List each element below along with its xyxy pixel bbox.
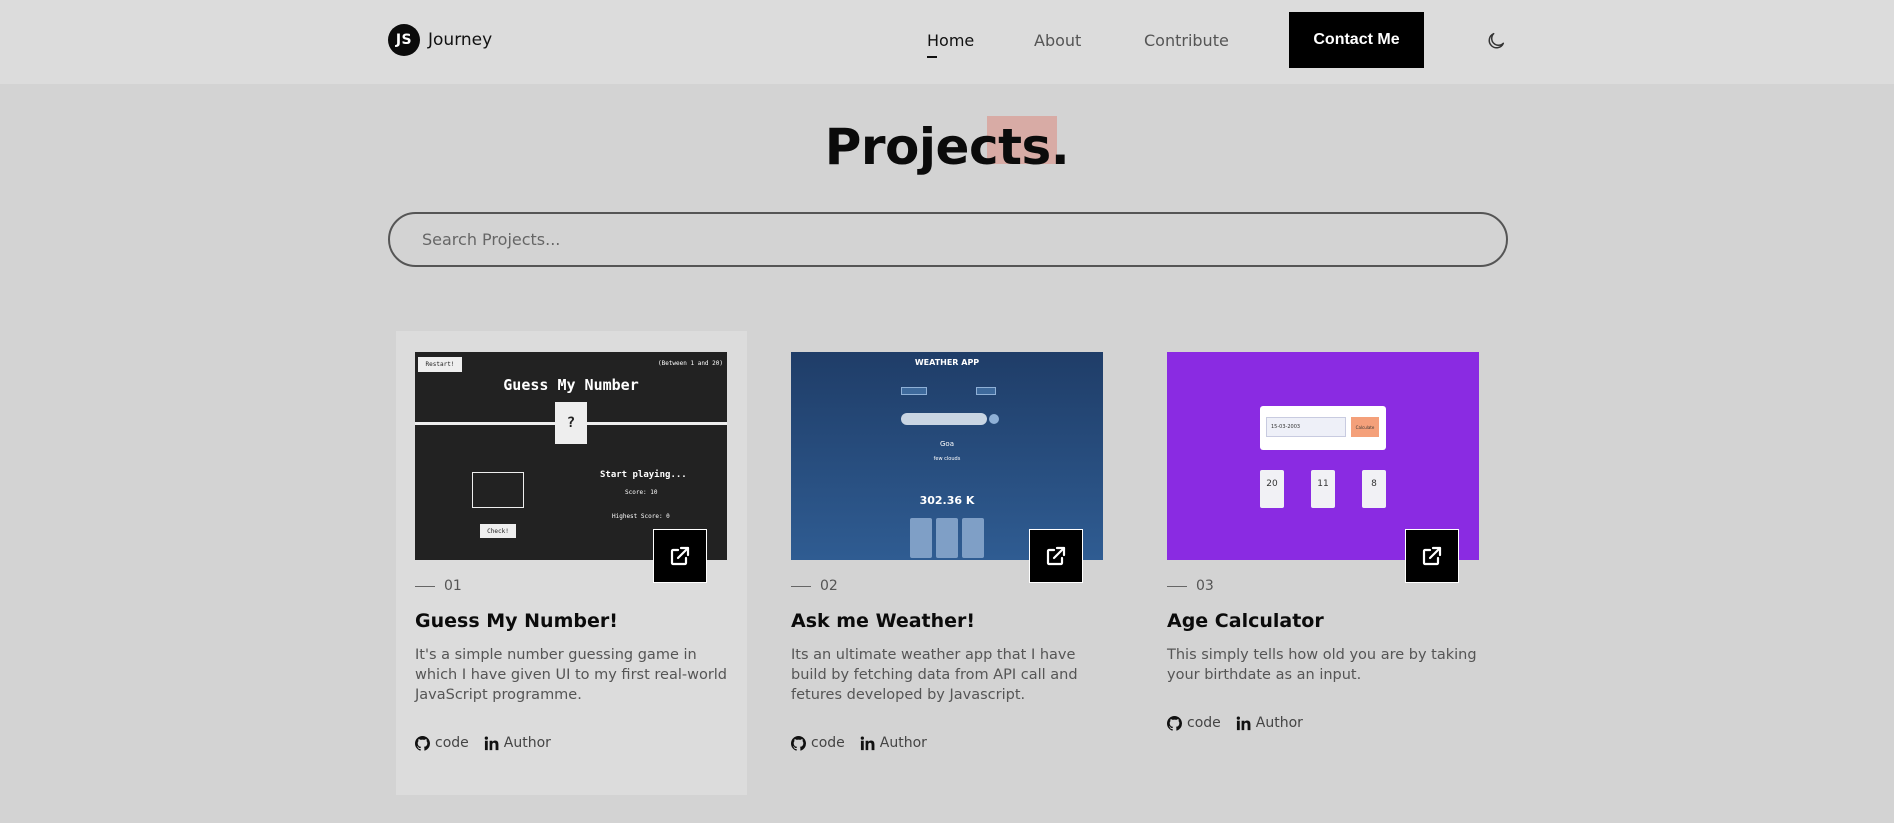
nav-about-link[interactable]: About [1034,31,1081,50]
project-title: Guess My Number! [415,610,618,632]
project-description: This simply tells how old you are by tak… [1167,647,1477,683]
project-links: code Author [1167,715,1318,731]
preview-button: Calculate [1351,417,1379,437]
github-icon [415,735,430,751]
logo-text: Journey [428,30,493,50]
github-icon [1167,715,1182,731]
github-icon [791,735,806,751]
linkedin-icon [860,735,875,750]
preview-months: 11 [1311,470,1335,508]
author-link[interactable]: Author [1236,715,1303,731]
preview-panel: 15-03-2003 Calculate [1260,406,1386,450]
code-link-label: code [1187,715,1221,731]
external-link-icon[interactable] [1029,529,1083,583]
page-title: Projects. [824,118,1070,176]
code-link-label: code [811,735,845,751]
project-description: It's a simple number guessing game in wh… [415,647,728,703]
code-link[interactable]: code [1167,715,1221,731]
preview-restart: Restart! [418,357,462,372]
project-number-text: 02 [820,578,838,594]
number-dash [1167,585,1187,587]
external-link-icon[interactable] [653,529,707,583]
preview-chip [901,387,927,395]
project-links: code Author [415,735,566,751]
preview-search [901,413,987,425]
project-card: WEATHER APP Goa few clouds 302.36 K 02 A… [791,352,1103,751]
preview-tile [962,518,984,558]
author-link[interactable]: Author [860,735,927,751]
preview-years: 20 [1260,470,1284,508]
project-description: Its an ultimate weather app that I have … [791,647,1078,703]
project-links: code Author [791,735,942,751]
logo-badge: JS [388,24,420,56]
contact-me-button[interactable]: Contact Me [1289,12,1424,68]
preview-heading: Guess My Number [503,376,639,394]
preview-tile [936,518,958,558]
project-number: 03 [1167,578,1214,594]
preview-highscore: Highest Score: 0 [612,513,670,520]
author-link[interactable]: Author [484,735,551,751]
nav-contribute-link[interactable]: Contribute [1144,31,1229,50]
preview-status: Start playing... [600,470,687,480]
project-number: 01 [415,578,462,594]
preview-chip [976,387,996,395]
code-link[interactable]: code [791,735,845,751]
top-navbar: JS Journey Home About Contribute Contact… [0,0,1894,84]
project-title: Age Calculator [1167,610,1324,632]
preview-date: 15-03-2003 [1266,417,1346,437]
project-thumbnail[interactable]: Restart! (Between 1 and 20) Guess My Num… [415,352,727,583]
preview-check: Check! [480,524,516,538]
preview-heading: WEATHER APP [914,358,980,367]
search-input[interactable] [388,212,1508,267]
preview-search-icon [989,414,999,424]
project-card: 15-03-2003 Calculate 20 11 8 03 Age Calc… [1167,352,1479,731]
project-title: Ask me Weather! [791,610,976,632]
preview-score: Score: 10 [625,489,658,496]
site-logo[interactable]: JS Journey [388,24,492,56]
number-dash [415,585,435,587]
number-dash [791,585,811,587]
preview-days: 8 [1362,470,1386,508]
preview-tile [910,518,932,558]
preview-range: (Between 1 and 20) [657,360,723,367]
preview-condition: few clouds [933,456,961,462]
preview-temp: 302.36 K [919,494,975,507]
project-number-text: 01 [444,578,462,594]
preview-city: Goa [940,440,954,448]
author-link-label: Author [1255,715,1303,731]
code-link[interactable]: code [415,735,469,751]
project-thumbnail[interactable]: 15-03-2003 Calculate 20 11 8 [1167,352,1479,583]
author-link-label: Author [503,735,551,751]
linkedin-icon [1236,715,1251,730]
project-thumbnail[interactable]: WEATHER APP Goa few clouds 302.36 K [791,352,1103,583]
author-link-label: Author [879,735,927,751]
nav-home-link[interactable]: Home [927,31,974,58]
preview-guess-box [472,472,524,508]
moon-icon[interactable] [1485,30,1507,52]
linkedin-icon [484,735,499,750]
code-link-label: code [435,735,469,751]
project-number-text: 03 [1196,578,1214,594]
project-number: 02 [791,578,838,594]
project-card: Restart! (Between 1 and 20) Guess My Num… [415,352,727,751]
preview-mystery: ? [555,402,587,444]
external-link-icon[interactable] [1405,529,1459,583]
